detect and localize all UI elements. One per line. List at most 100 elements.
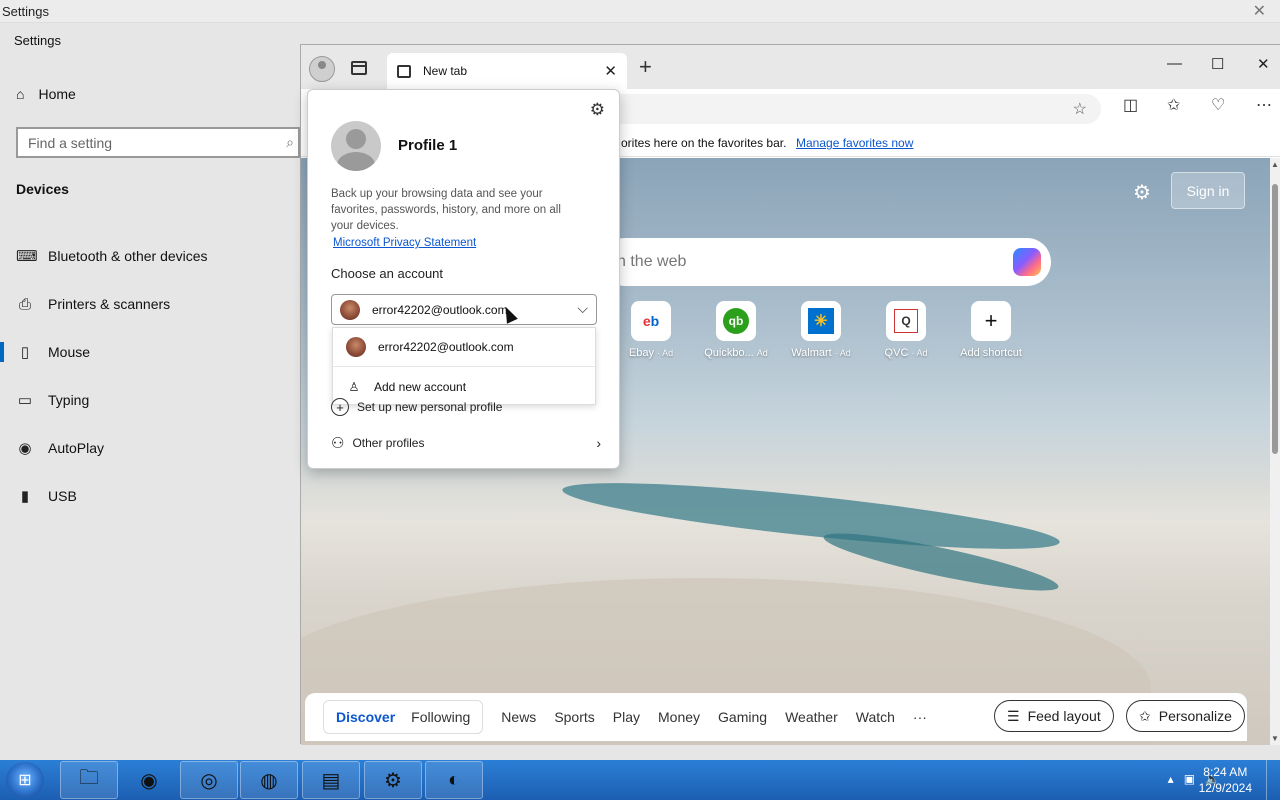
nav-item-typing[interactable]: ▭ Typing: [0, 376, 300, 424]
feed-tab-money[interactable]: Money: [658, 709, 700, 725]
start-button-icon[interactable]: ⊞: [6, 762, 44, 798]
profile-sync-description: Back up your browsing data and see your …: [331, 188, 561, 232]
clock-date: 12/9/2024: [1198, 781, 1252, 795]
settings-home-link[interactable]: ⌂ Home: [16, 86, 76, 102]
nav-item-bluetooth[interactable]: ⌨ Bluetooth & other devices: [0, 232, 300, 280]
more-options-icon[interactable]: ⋯: [1256, 95, 1272, 115]
add-favorite-star-icon[interactable]: ☆: [1073, 99, 1087, 119]
feed-tab-weather[interactable]: Weather: [785, 709, 838, 725]
people-icon: ⚇: [331, 435, 345, 452]
tab-title: New tab: [423, 64, 468, 78]
quickbooks-icon: qb: [716, 301, 756, 341]
new-tab-plus-icon[interactable]: +: [639, 54, 652, 80]
settings-close-icon[interactable]: ✕: [1253, 1, 1266, 21]
feed-tab-gaming[interactable]: Gaming: [718, 709, 767, 725]
page-scrollbar[interactable]: ▲ ▼: [1270, 158, 1280, 745]
home-label: Home: [38, 86, 76, 102]
scrollbar-thumb[interactable]: [1272, 184, 1278, 454]
tab-bar: New tab ✕ + — ☐ ✕: [301, 45, 1280, 89]
settings-gear-icon[interactable]: ⚙: [364, 761, 422, 799]
firefox-icon[interactable]: ◉: [120, 761, 178, 799]
feed-more-icon[interactable]: ···: [913, 709, 927, 725]
ebay-icon: eb: [631, 301, 671, 341]
selected-account: error42202@outlook.com: [372, 302, 508, 317]
person-icon: ♙: [348, 379, 360, 394]
nav-item-label: AutoPlay: [48, 440, 105, 456]
feed-tab-news[interactable]: News: [501, 709, 536, 725]
tab-actions-icon[interactable]: [351, 61, 367, 75]
nav-item-label: USB: [48, 488, 77, 504]
tab-discover[interactable]: Discover: [328, 709, 403, 725]
privacy-statement-link[interactable]: Microsoft Privacy Statement: [333, 237, 476, 249]
plus-circle-icon: +: [331, 398, 349, 416]
scroll-up-arrow-icon[interactable]: ▲: [1271, 160, 1279, 169]
quick-links: eb Ebay · Ad qb Quickbo... Ad ✳ Walmart …: [629, 301, 1022, 359]
personalize-button[interactable]: ✩ Personalize: [1126, 700, 1245, 732]
tab-following[interactable]: Following: [403, 709, 478, 725]
favorites-icon[interactable]: ✩: [1167, 95, 1180, 115]
shortcut-label: Quickbo...: [704, 347, 754, 359]
bluetooth-devices-icon: ⌨: [16, 248, 38, 265]
account-option[interactable]: error42202@outlook.com: [333, 328, 595, 367]
windows-taskbar: ⊞ 🗀 ◉ ◎ ◍ ▤ ⚙ ◐ ▴ ▣ 🔈 8:24 AM 12/9/2024: [0, 760, 1280, 800]
notepad-icon[interactable]: ▤: [302, 761, 360, 799]
feed-tab-sports[interactable]: Sports: [554, 709, 594, 725]
file-explorer-icon[interactable]: 🗀: [60, 761, 118, 799]
choose-account-label: Choose an account: [331, 266, 444, 281]
personalize-label: Personalize: [1158, 708, 1232, 724]
nav-item-usb[interactable]: ▮ USB: [0, 472, 300, 520]
web-search-box[interactable]: n the web: [601, 238, 1051, 286]
sign-in-button[interactable]: Sign in: [1171, 172, 1245, 209]
account-avatar: [340, 299, 360, 320]
feed-tab-watch[interactable]: Watch: [856, 709, 895, 725]
shortcut-quickbooks[interactable]: qb Quickbo... Ad: [704, 301, 768, 359]
shortcut-label: QVC: [884, 347, 909, 359]
settings-search-input[interactable]: [18, 129, 258, 156]
taskbar-clock[interactable]: 8:24 AM 12/9/2024: [1199, 764, 1252, 796]
sliders-icon: ☰: [1007, 707, 1020, 724]
other-profiles-button[interactable]: ⚇ Other profiles ›: [331, 434, 601, 452]
account-select-dropdown[interactable]: error42202@outlook.com ⌵: [331, 294, 597, 325]
tab-new-tab[interactable]: New tab ✕: [387, 53, 627, 89]
manage-favorites-link[interactable]: Manage favorites now: [796, 136, 913, 150]
maximize-icon[interactable]: ☐: [1211, 55, 1224, 73]
new-tab-page-icon: [397, 64, 411, 78]
settings-search-box[interactable]: ⌕: [16, 127, 300, 158]
close-tab-icon[interactable]: ✕: [604, 62, 617, 80]
close-window-icon[interactable]: ✕: [1257, 55, 1270, 73]
show-hidden-icons-icon[interactable]: ▴: [1168, 772, 1174, 786]
minimize-icon[interactable]: —: [1167, 55, 1182, 72]
shortcut-walmart[interactable]: ✳ Walmart · Ad: [791, 301, 851, 359]
nav-item-mouse[interactable]: ▯ Mouse: [0, 328, 300, 376]
add-shortcut-button[interactable]: + Add shortcut: [960, 301, 1022, 359]
mouse-icon: ▯: [20, 344, 30, 361]
chevron-down-icon[interactable]: ⌵: [577, 300, 588, 317]
scroll-down-arrow-icon[interactable]: ▼: [1271, 734, 1279, 743]
copilot-icon[interactable]: [1013, 248, 1041, 276]
split-screen-icon[interactable]: ◫: [1123, 95, 1138, 115]
feed-layout-button[interactable]: ☰ Feed layout: [994, 700, 1114, 732]
keyboard-icon: ▭: [17, 392, 33, 409]
nav-item-printers[interactable]: ⎙ Printers & scanners: [0, 280, 300, 328]
profile-avatar-button[interactable]: [309, 56, 335, 82]
sparkle-star-icon: ✩: [1139, 707, 1151, 724]
nav-item-autoplay[interactable]: ◉ AutoPlay: [0, 424, 300, 472]
setup-new-profile-button[interactable]: + Set up new personal profile: [331, 398, 601, 416]
feed-tab-play[interactable]: Play: [613, 709, 640, 725]
chrome-icon[interactable]: ◍: [240, 761, 298, 799]
shortcut-qvc[interactable]: Q QVC · Ad: [884, 301, 927, 359]
search-icon[interactable]: ⌕: [286, 134, 294, 151]
browser-essentials-icon[interactable]: ♡: [1211, 95, 1225, 115]
shortcut-ebay[interactable]: eb Ebay · Ad: [629, 301, 673, 359]
show-desktop-button[interactable]: [1266, 760, 1280, 800]
browser-globe-icon[interactable]: ◎: [180, 761, 238, 799]
network-icon[interactable]: ▣: [1184, 772, 1195, 786]
profile-avatar-icon: [331, 121, 381, 171]
nav-item-label: Printers & scanners: [48, 296, 171, 312]
page-settings-gear-icon[interactable]: ⚙: [1133, 180, 1151, 205]
profile-settings-gear-icon[interactable]: ⚙: [590, 100, 605, 120]
edge-icon[interactable]: ◐: [425, 761, 483, 799]
section-heading-devices: Devices: [16, 181, 69, 197]
account-avatar: [346, 337, 366, 357]
home-icon: ⌂: [16, 86, 25, 102]
